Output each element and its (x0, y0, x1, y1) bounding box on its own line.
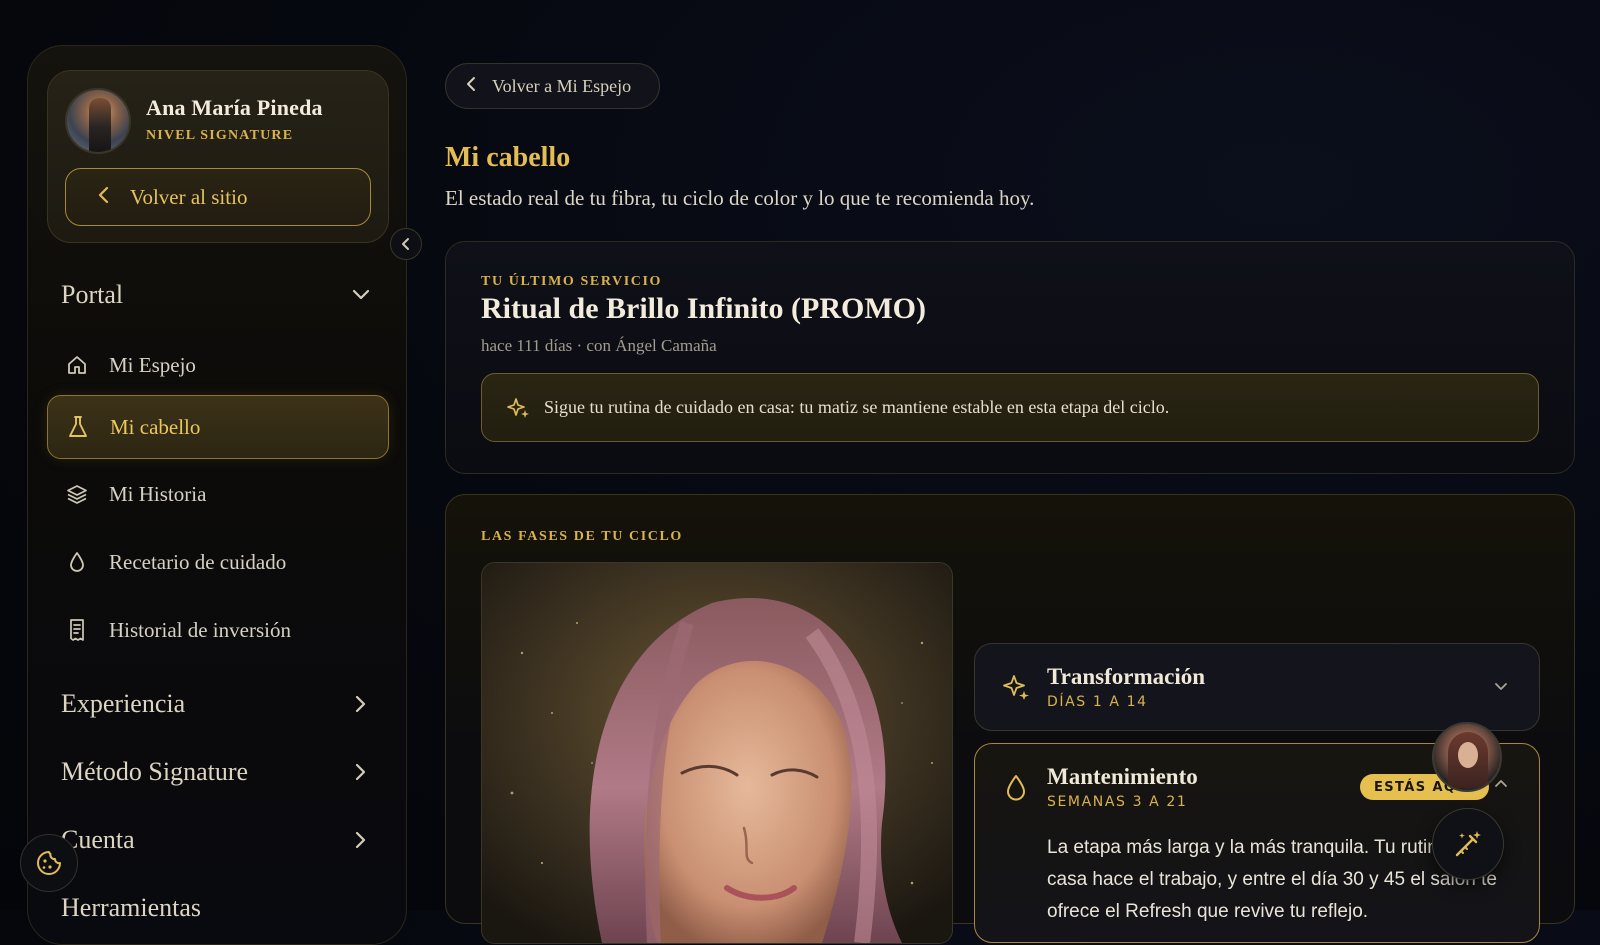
sidebar-item-recetario[interactable]: Recetario de cuidado (47, 530, 389, 594)
chevron-right-icon (351, 762, 371, 782)
phase-name: Transformación (1047, 664, 1206, 689)
section-portal[interactable]: Portal (61, 275, 371, 315)
home-icon (65, 353, 89, 377)
sidebar: Ana María Pineda NIVEL SIGNATURE Volver … (27, 45, 407, 945)
magic-assistant-button[interactable] (1432, 808, 1504, 880)
cycle-eyebrow: LAS FASES DE TU CICLO (481, 529, 683, 544)
profile-card: Ana María Pineda NIVEL SIGNATURE Volver … (47, 70, 389, 243)
magic-wand-icon (1455, 831, 1481, 857)
chevron-up-icon (1493, 776, 1509, 792)
chevron-down-icon (351, 285, 371, 305)
section-label: Método Signature (61, 757, 249, 786)
page-title: Mi cabello (445, 142, 571, 173)
chevron-right-icon (351, 694, 371, 714)
service-meta: hace 111 días · con Ángel Camaña (481, 336, 717, 355)
last-service-eyebrow: TU ÚLTIMO SERVICIO (481, 274, 663, 289)
drop-icon (65, 550, 89, 574)
receipt-icon (65, 618, 89, 642)
assistant-avatar-button[interactable] (1432, 722, 1502, 792)
sidebar-item-label: Historial de inversión (109, 617, 291, 642)
sidebar-item-label: Mi Espejo (109, 352, 196, 377)
section-label: Experiencia (61, 689, 186, 718)
sidebar-item-mi-cabello[interactable]: Mi cabello (47, 395, 389, 459)
sidebar-item-mi-historia[interactable]: Mi Historia (47, 462, 389, 526)
sidebar-item-historial-inversion[interactable]: Historial de inversión (47, 598, 389, 662)
last-service-card: TU ÚLTIMO SERVICIO Ritual de Brillo Infi… (445, 241, 1575, 474)
chevron-left-icon (84, 184, 124, 210)
cycle-phases-card: LAS FASES DE TU CICLO Transformación DÍA… (445, 494, 1575, 944)
section-label: Portal (61, 280, 124, 309)
phase-transformacion[interactable]: Transformación DÍAS 1 A 14 (974, 643, 1540, 731)
drop-icon (1001, 772, 1031, 802)
back-pill-label: Volver a Mi Espejo (492, 75, 632, 96)
profile-level: NIVEL SIGNATURE (146, 128, 294, 143)
phase-range: DÍAS 1 A 14 (1047, 694, 1148, 710)
sidebar-item-label: Recetario de cuidado (109, 549, 287, 574)
back-to-site-label: Volver al sitio (130, 184, 248, 209)
hair-photo (481, 562, 953, 944)
chevron-left-icon (466, 76, 480, 97)
care-tip: Sigue tu rutina de cuidado en casa: tu m… (481, 373, 1539, 442)
section-cuenta[interactable]: Cuenta (61, 820, 371, 860)
section-label: Herramientas (61, 893, 202, 922)
avatar (65, 88, 131, 154)
sidebar-item-label: Mi cabello (110, 414, 201, 439)
back-to-mi-espejo-button[interactable]: Volver a Mi Espejo (445, 63, 660, 109)
layers-icon (65, 482, 89, 506)
sparkle-icon (1001, 672, 1031, 702)
sidebar-item-label: Mi Historia (109, 481, 207, 506)
profile-name: Ana María Pineda (146, 95, 323, 120)
back-to-site-button[interactable]: Volver al sitio (65, 168, 371, 226)
cookie-settings-button[interactable] (20, 834, 78, 892)
section-metodo-signature[interactable]: Método Signature (61, 752, 371, 792)
phase-name: Mantenimiento (1047, 764, 1198, 789)
flask-icon (66, 415, 90, 439)
care-tip-text: Sigue tu rutina de cuidado en casa: tu m… (544, 397, 1170, 417)
sparkle-icon (506, 396, 530, 420)
chevron-left-icon (402, 238, 409, 250)
chevron-right-icon (351, 830, 371, 850)
chevron-down-icon (1493, 678, 1509, 694)
phase-range: SEMANAS 3 A 21 (1047, 794, 1188, 810)
sidebar-item-mi-espejo[interactable]: Mi Espejo (47, 333, 389, 397)
section-herramientas[interactable]: Herramientas (61, 888, 371, 928)
service-name: Ritual de Brillo Infinito (PROMO) (481, 292, 926, 325)
cookie-icon (37, 851, 61, 875)
collapse-sidebar-button[interactable] (390, 228, 422, 260)
section-experiencia[interactable]: Experiencia (61, 684, 371, 724)
page-subtitle: El estado real de tu fibra, tu ciclo de … (445, 186, 1035, 210)
